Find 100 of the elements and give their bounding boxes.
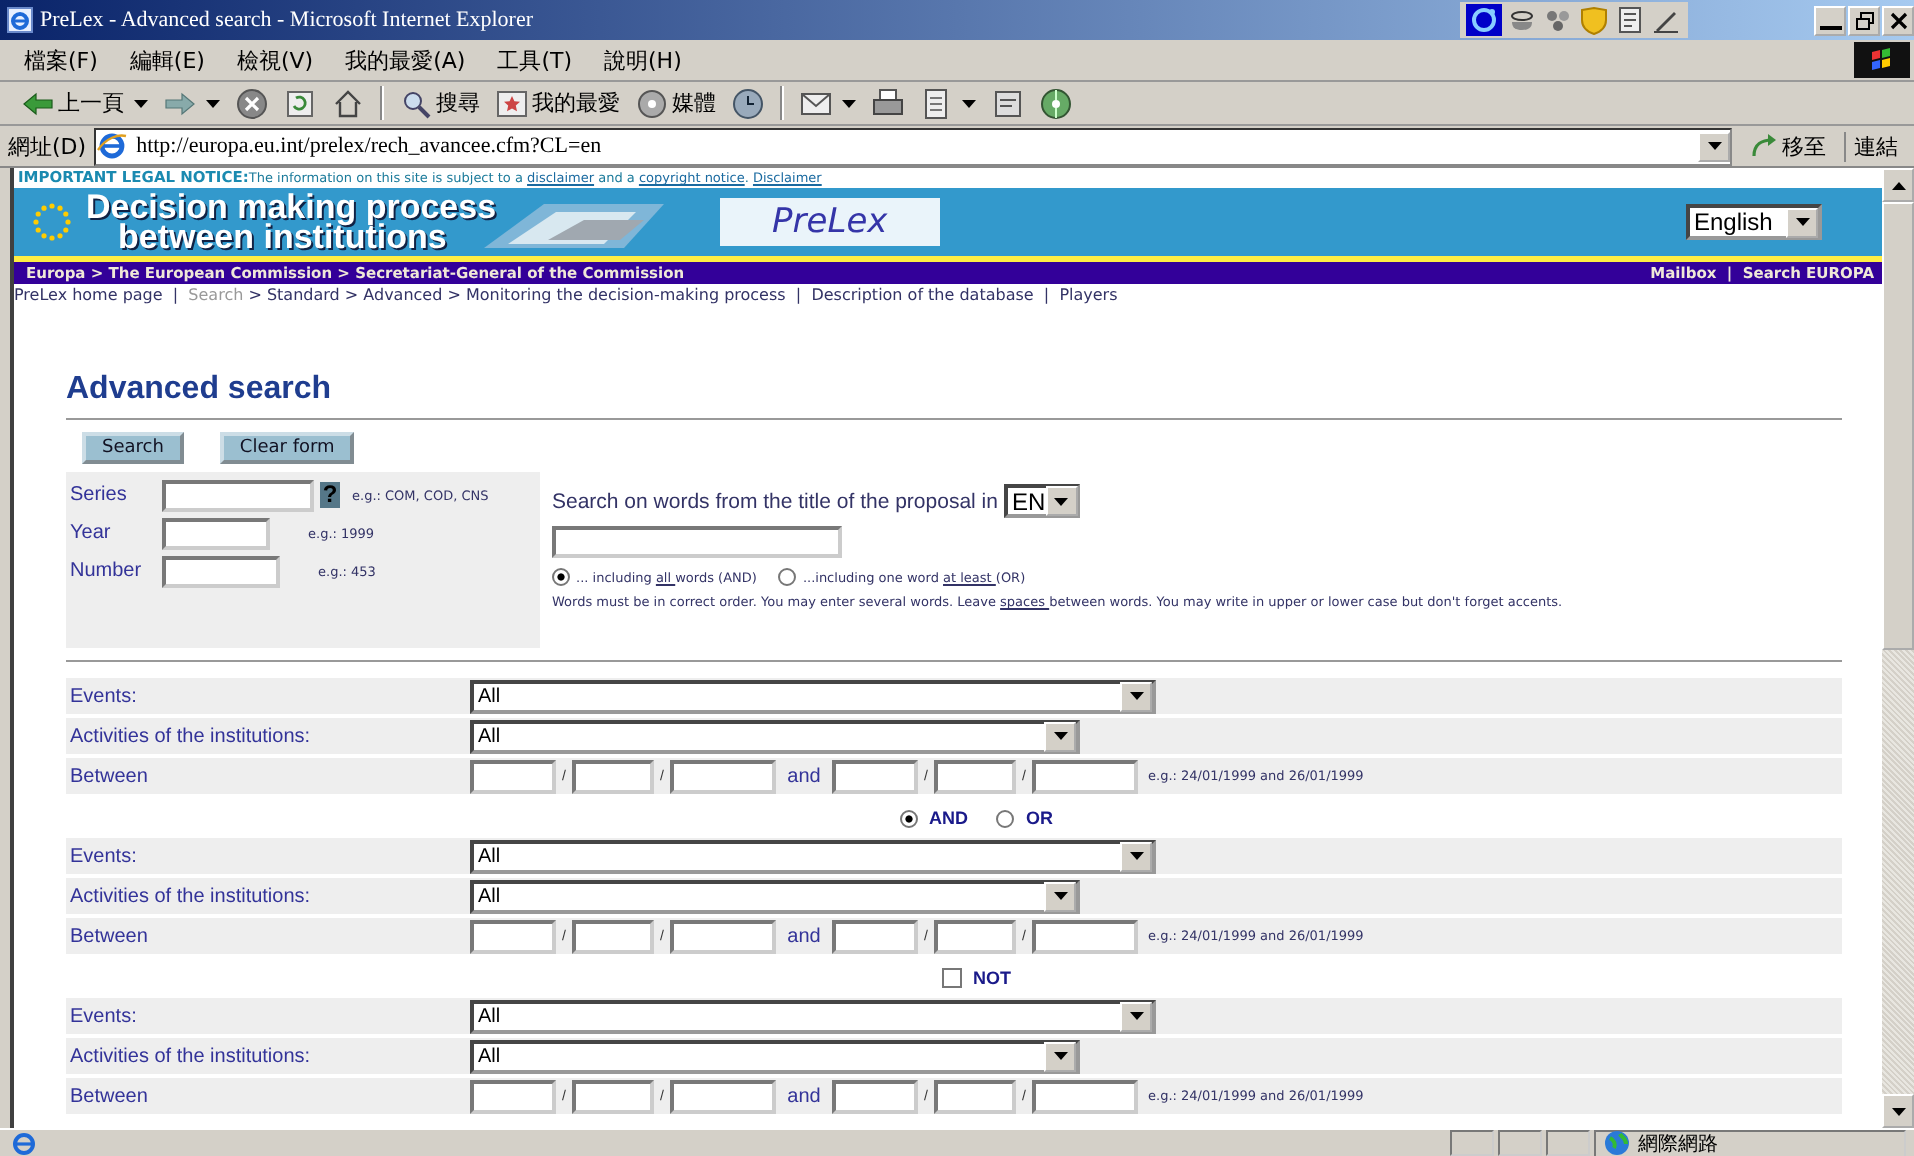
language-dropdown[interactable]: English <box>1686 204 1822 240</box>
menu-item[interactable]: 說明(H) <box>592 45 694 75</box>
text-field[interactable] <box>162 555 280 587</box>
date-field[interactable] <box>670 759 776 793</box>
help-button[interactable]: ? <box>320 482 340 508</box>
browser-icon <box>8 1130 40 1156</box>
caret-icon <box>1053 892 1067 900</box>
field-label: Activities of the institutions: <box>68 1045 313 1067</box>
date-field[interactable] <box>572 1079 654 1113</box>
document-icon <box>1614 4 1646 36</box>
radio-button[interactable] <box>552 568 570 586</box>
field-label: Between <box>68 765 150 787</box>
scroll-down-button[interactable] <box>1882 1094 1914 1128</box>
title-words-field[interactable] <box>552 526 842 558</box>
caret-icon <box>1795 218 1809 226</box>
close-button[interactable] <box>1882 5 1914 35</box>
date-field[interactable] <box>470 919 556 953</box>
date-field[interactable] <box>572 919 654 953</box>
dropdown-arrow[interactable] <box>962 99 982 107</box>
field-label: Activities of the institutions: <box>68 725 313 747</box>
ring-icon <box>1466 4 1502 36</box>
caret-icon <box>1891 1107 1905 1115</box>
date-field[interactable] <box>934 759 1016 793</box>
scroll-thumb[interactable] <box>1882 202 1914 650</box>
links-label[interactable]: 連結 <box>1844 131 1906 161</box>
curved-arrow-icon <box>1750 132 1778 160</box>
date-field[interactable] <box>1032 1079 1138 1113</box>
date-field[interactable] <box>1032 919 1138 953</box>
field-label: Series <box>70 484 129 506</box>
select-dropdown[interactable]: All <box>470 1039 1080 1073</box>
right-arrow-icon <box>164 87 196 119</box>
dropdown-arrow[interactable] <box>842 99 862 107</box>
nav-link[interactable]: PreLex home page <box>14 286 163 304</box>
refresh-icon <box>284 87 316 119</box>
option-label: AND <box>929 808 968 828</box>
browser-icon <box>6 6 34 34</box>
menu-item[interactable]: 編輯(E) <box>117 45 217 75</box>
date-field[interactable] <box>572 759 654 793</box>
menu-item[interactable]: 我的最愛(A) <box>333 45 478 75</box>
menu-item[interactable]: 工具(T) <box>485 45 584 75</box>
language-dropdown[interactable]: EN <box>1003 484 1080 518</box>
select-dropdown[interactable]: All <box>470 839 1156 873</box>
home-icon <box>332 87 364 119</box>
dropdown-arrow[interactable] <box>134 99 154 107</box>
checkbox[interactable] <box>941 968 961 988</box>
date-field[interactable] <box>470 759 556 793</box>
select-dropdown[interactable]: All <box>470 879 1080 913</box>
maximize-icon <box>1853 9 1875 31</box>
left-arrow-button[interactable]: 上一頁 <box>16 87 130 119</box>
text-field[interactable] <box>162 479 314 511</box>
dropdown-arrow[interactable] <box>206 99 226 107</box>
form-button[interactable]: Search <box>82 432 184 464</box>
field-label: Events: <box>68 685 139 707</box>
date-field[interactable] <box>1032 759 1138 793</box>
star-circle-icon <box>30 200 74 244</box>
nav-link[interactable]: Description of the database <box>811 286 1034 304</box>
address-field[interactable]: http://europa.eu.int/prelex/rech_avancee.cfm?CL=en <box>94 127 1732 165</box>
conjunction-text: and <box>785 765 823 787</box>
date-field[interactable] <box>934 919 1016 953</box>
document-icon <box>920 87 952 119</box>
zone-text: 網際網路 <box>1638 1131 1718 1156</box>
select-dropdown[interactable]: All <box>470 679 1156 713</box>
star-button[interactable]: 我的最愛 <box>490 87 626 119</box>
search-label: Search on words from the title of the proposal in <box>552 489 998 513</box>
date-field[interactable] <box>670 919 776 953</box>
select-dropdown[interactable]: All <box>470 719 1080 753</box>
date-field[interactable] <box>670 1079 776 1113</box>
field-label: Between <box>68 925 150 947</box>
date-field[interactable] <box>832 759 918 793</box>
option-label: OR <box>1026 808 1053 828</box>
go-button[interactable]: 移至 <box>1740 131 1836 161</box>
select-dropdown[interactable]: All <box>470 999 1156 1033</box>
date-field[interactable] <box>832 919 918 953</box>
menu-item[interactable]: 檢視(V) <box>224 45 326 75</box>
caret-icon <box>206 99 220 107</box>
search-button[interactable]: 搜尋 <box>394 87 486 119</box>
search-icon <box>400 87 432 119</box>
caret-icon <box>1054 497 1069 505</box>
nav-link[interactable]: Monitoring the decision-making process <box>465 286 786 304</box>
radio-button[interactable] <box>778 568 797 586</box>
field-label: Year <box>70 522 113 544</box>
radio-button[interactable] <box>996 809 1014 827</box>
caret-icon <box>1129 1012 1143 1020</box>
scroll-up-button[interactable] <box>1882 168 1914 202</box>
menu-item[interactable]: 檔案(F) <box>12 45 110 75</box>
nav-link[interactable]: Advanced <box>363 286 443 304</box>
nav-link[interactable]: Players <box>1059 286 1118 304</box>
maximize-button[interactable] <box>1848 5 1880 35</box>
media-button[interactable]: 媒體 <box>630 87 722 119</box>
minimize-button[interactable] <box>1814 5 1846 35</box>
browser-icon <box>96 130 129 162</box>
form-button[interactable]: Clear form <box>219 432 355 464</box>
caret-icon <box>1129 692 1143 700</box>
text-field[interactable] <box>162 517 270 549</box>
date-field[interactable] <box>832 1079 918 1113</box>
nav-link[interactable]: Standard <box>266 286 340 304</box>
stop-icon <box>236 87 268 119</box>
date-field[interactable] <box>470 1079 556 1113</box>
date-field[interactable] <box>934 1079 1016 1113</box>
radio-button[interactable] <box>899 809 917 827</box>
